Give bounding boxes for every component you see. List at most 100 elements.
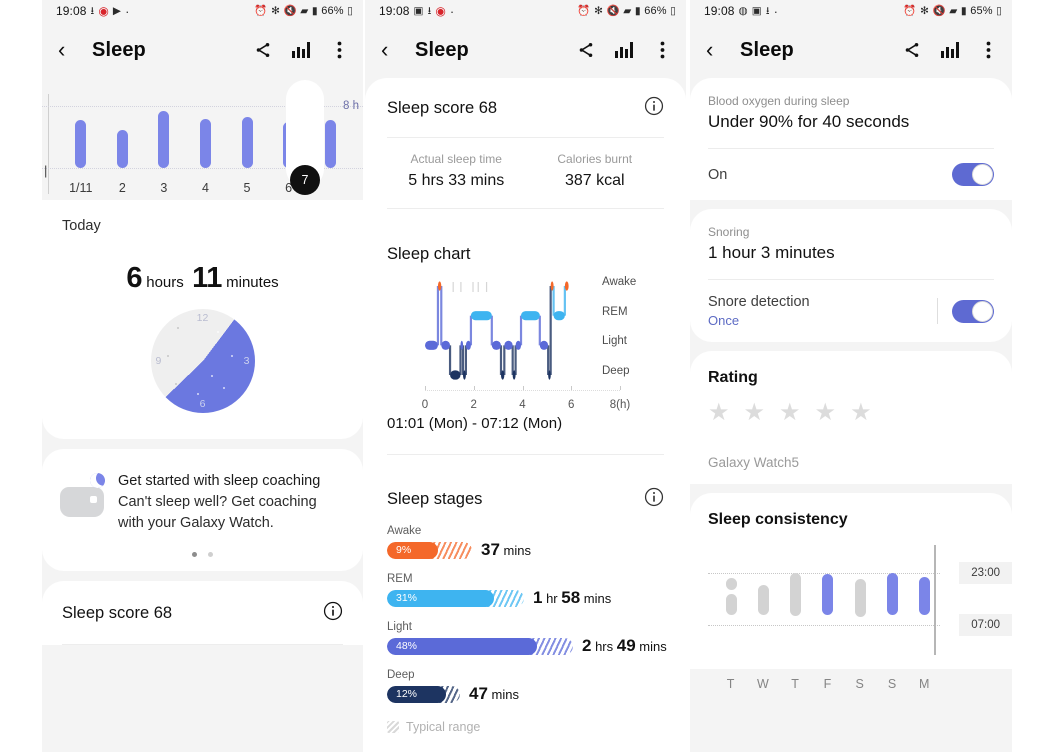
selected-day-badge[interactable]: 7: [290, 165, 320, 195]
carousel-dots[interactable]: [60, 552, 345, 558]
coaching-row: Get started with sleep coaching Can't sl…: [60, 471, 345, 534]
sleep-stat: Actual sleep time 5 hrs 33 mins: [387, 152, 526, 190]
back-button[interactable]: ‹: [706, 39, 730, 61]
share-icon[interactable]: [902, 40, 922, 60]
sleep-chart-x-tick: 4: [519, 399, 526, 411]
sleep-score-row: Sleep score 68: [62, 601, 343, 626]
more-options-icon[interactable]: [652, 40, 672, 60]
weekly-bar-label: 2: [118, 181, 126, 195]
hypnogram-segment: [500, 370, 505, 380]
snore-detection-sub[interactable]: Once: [708, 313, 810, 328]
share-icon[interactable]: [253, 40, 273, 60]
chart-icon[interactable]: [291, 40, 311, 60]
carousel-dot-2[interactable]: [208, 552, 213, 558]
stat-value: 387 kcal: [564, 172, 625, 189]
snoring-label: Snoring: [708, 225, 750, 239]
stat-key: Actual sleep time: [410, 152, 502, 166]
sleep-consistency-chart: 23:00 07:00 T W T F S S M: [708, 545, 1012, 691]
mute-icon: 🔇: [283, 4, 297, 17]
signal-icon: ▮: [960, 4, 967, 17]
chart-icon[interactable]: [940, 40, 960, 60]
sleep-time-range: 01:01 (Mon) - 07:12 (Mon): [387, 415, 563, 432]
sleep-chart-card: Sleep chart Awake REM Light Deep 0 2 4 6 8(h) 0…: [365, 227, 686, 473]
hypnogram-segment: [470, 311, 492, 321]
battery-icon: ▯: [347, 4, 353, 17]
info-icon[interactable]: [644, 96, 664, 121]
rating-star-2[interactable]: ★: [744, 401, 766, 425]
hypnogram-segment: [515, 340, 522, 350]
weekly-sleep-chart[interactable]: 8 h | 1/11234567 7: [42, 78, 363, 200]
sleep-stage-legend-awake: Awake: [602, 276, 637, 288]
weekly-bar-label: 5: [243, 181, 251, 195]
sleep-stage-item: Light 48% 2 hrs 49 mins: [387, 621, 667, 656]
sleep-chart-plot: [425, 280, 592, 383]
sleep-score-row[interactable]: Sleep score 68: [387, 96, 664, 121]
status-bar-2: 19:08 ▣ ⭳ ◉ · ⏰ ✻ 🔇 ▰ ▮ 66% ▯: [365, 0, 686, 22]
app-bar-3: ‹ Sleep: [690, 22, 1012, 78]
wifi-icon: ▰: [949, 4, 958, 17]
rating-star-1[interactable]: ★: [708, 401, 730, 425]
status-bar-right-3: ⏰ ✻ 🔇 ▰ ▮ 65% ▯: [903, 5, 1002, 17]
sleep-stage-name: Deep: [387, 669, 415, 681]
coaching-title: Get started with sleep coaching: [118, 473, 321, 489]
weekly-bar-label: 3: [160, 181, 168, 195]
more-options-icon[interactable]: [978, 40, 998, 60]
snore-detection-toggle[interactable]: [952, 299, 994, 323]
status-bar-3: 19:08 ◍ ▣ ⭳ · ⏰ ✻ 🔇 ▰ ▮ 65% ▯: [690, 0, 1012, 22]
page-title: Sleep: [740, 38, 794, 61]
alarm-icon: ⏰: [903, 4, 917, 17]
clock-label-12: 12: [196, 312, 209, 324]
rating-star-4[interactable]: ★: [815, 401, 837, 425]
rating-stars[interactable]: ★ ★ ★ ★ ★: [708, 401, 994, 425]
carousel-dot-1[interactable]: [192, 552, 197, 558]
hypnogram-segment: [553, 311, 565, 321]
sleep-stage-list: Awake 9% 37 mins REM 31% 1 hr 58 mins Light 48%…: [387, 525, 667, 704]
snore-detection-row[interactable]: Snore detection Once: [708, 280, 994, 342]
weekly-bar: [199, 119, 211, 168]
hypnogram-segment: [564, 281, 569, 291]
snoring-block: Snoring 1 hour 3 minutes: [708, 209, 994, 279]
share-icon[interactable]: [576, 40, 596, 60]
coaching-body: Can't sleep well? Get coaching with your…: [118, 494, 317, 532]
hypnogram-segment: [450, 370, 461, 380]
weekly-bar-label: 1/11: [69, 181, 93, 195]
blood-oxygen-block: Blood oxygen during sleep Under 90% for …: [708, 78, 994, 148]
consistency-bar: [854, 578, 866, 618]
bluetooth-icon: ✻: [920, 4, 930, 17]
hypnogram-segment: [521, 311, 540, 321]
sleep-stage-bar: 9%: [387, 541, 472, 559]
today-sleep-card: Today 6 hours 11 minutes 12 3 6 9: [42, 200, 363, 439]
weekly-bar: [158, 111, 170, 168]
rating-star-5[interactable]: ★: [850, 401, 872, 425]
blood-oxygen-toggle[interactable]: [952, 163, 994, 186]
sleep-coaching-card[interactable]: Get started with sleep coaching Can't sl…: [42, 449, 363, 572]
hypnogram-segment: [491, 340, 501, 350]
sleep-stage-legend-deep: Deep: [602, 365, 630, 377]
weekly-bar: [75, 120, 87, 168]
sleep-stage-value: 47 mins: [469, 684, 519, 703]
more-notifications-dot: ·: [773, 3, 779, 19]
sleep-duration: 6 hours 11 minutes: [62, 262, 343, 295]
duration-hours: 6: [126, 262, 143, 294]
back-button[interactable]: ‹: [381, 39, 405, 61]
consistency-day-label: F: [823, 677, 832, 691]
back-button[interactable]: ‹: [58, 39, 82, 61]
blood-oxygen-card: Blood oxygen during sleep Under 90% for …: [690, 78, 1012, 200]
sleep-stage-bar: 48%: [387, 637, 573, 655]
blood-oxygen-toggle-row[interactable]: On: [708, 149, 994, 200]
sleep-stages-card: Sleep stages Awake 9% 37 mins REM 31% 1 hr 58…: [365, 473, 686, 752]
app-bar-2: ‹ Sleep: [365, 22, 686, 78]
chart-icon[interactable]: [614, 40, 634, 60]
more-options-icon[interactable]: [329, 40, 349, 60]
signal-icon: ▮: [634, 4, 641, 17]
stage-percent: 31%: [396, 592, 418, 604]
info-icon[interactable]: [644, 487, 664, 512]
sleep-stage-row: 48% 2 hrs 49 mins: [387, 636, 667, 656]
rating-star-3[interactable]: ★: [779, 401, 801, 425]
sleep-stage-bar: 31%: [387, 589, 524, 607]
info-icon[interactable]: [323, 601, 343, 626]
sleep-score-card-p1[interactable]: Sleep score 68: [42, 581, 363, 646]
app-bar-1: ‹ Sleep: [42, 22, 363, 78]
hypnogram-segment: [460, 340, 464, 350]
